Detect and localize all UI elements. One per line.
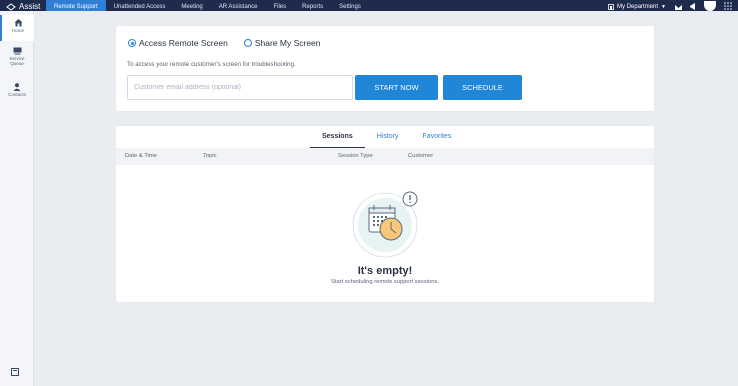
- brand-name: Assist: [19, 2, 41, 11]
- service-queue-icon: [13, 47, 21, 55]
- nav-tab-settings[interactable]: Settings: [331, 0, 369, 11]
- access-remote-screen-label: Access Remote Screen: [139, 38, 228, 48]
- access-hint-text: To access your remote customer's screen …: [127, 61, 296, 68]
- user-avatar[interactable]: [704, 1, 716, 11]
- assist-logo-icon: [6, 3, 16, 11]
- column-header-session-type[interactable]: Session Type: [338, 153, 373, 159]
- nav-tab-ar-assistance[interactable]: AR Assistance: [211, 0, 266, 11]
- sessions-panel: Sessions History Favorites Date & Time T…: [116, 126, 654, 302]
- schedule-button[interactable]: SCHEDULE: [443, 75, 522, 100]
- empty-calendar-illustration-icon: [352, 191, 418, 258]
- nav-tab-meeting[interactable]: Meeting: [173, 0, 210, 11]
- empty-state-subtitle: Start scheduling remote support sessions…: [331, 279, 439, 285]
- start-now-button[interactable]: START NOW: [355, 75, 438, 100]
- tab-history[interactable]: History: [365, 126, 411, 148]
- customer-email-input[interactable]: [127, 75, 353, 100]
- chevron-down-icon: ▼: [661, 4, 666, 10]
- home-icon: [14, 19, 22, 27]
- tab-favorites[interactable]: Favorites: [411, 126, 464, 148]
- empty-state-title: It's empty!: [357, 265, 413, 277]
- column-header-date-time[interactable]: Date & Time: [125, 153, 157, 159]
- sidebar-item-service-queue[interactable]: Service Queue: [0, 47, 34, 73]
- tab-sessions[interactable]: Sessions: [310, 126, 365, 148]
- sidebar-item-label: Home: [11, 28, 24, 33]
- contacts-icon: [13, 83, 21, 91]
- column-header-customer[interactable]: Customer: [408, 153, 433, 159]
- column-header-topic[interactable]: Topic: [203, 153, 217, 159]
- apps-grid-icon[interactable]: [724, 2, 732, 10]
- sidebar-item-contacts[interactable]: Contacts: [0, 83, 34, 103]
- topbar-actions: My Department ▼: [608, 0, 738, 11]
- share-my-screen-label: Share My Screen: [254, 38, 321, 48]
- nav-tab-unattended-access[interactable]: Unattended Access: [106, 0, 174, 11]
- nav-tab-remote-support[interactable]: Remote Support: [46, 0, 106, 11]
- nav-tab-files[interactable]: Files: [265, 0, 294, 11]
- brand[interactable]: Assist: [0, 0, 46, 11]
- department-label: My Department: [617, 4, 659, 10]
- access-remote-screen-radio[interactable]: Access Remote Screen: [128, 38, 228, 48]
- sidebar-item-home[interactable]: Home: [0, 15, 34, 41]
- sidebar-item-label: Contacts: [8, 92, 26, 97]
- sessions-table-header: Date & Time Topic Session Type Customer: [116, 148, 654, 165]
- session-mode-radio-group: Access Remote Screen Share My Screen: [128, 38, 337, 48]
- sessions-tabs: Sessions History Favorites: [310, 126, 463, 148]
- help-icon[interactable]: [11, 368, 19, 376]
- radio-selected-indicator[interactable]: [128, 39, 136, 47]
- share-my-screen-radio[interactable]: Share My Screen: [243, 38, 321, 48]
- top-navigation-bar: Assist Remote Support Unattended Access …: [0, 0, 738, 11]
- department-selector[interactable]: My Department ▼: [608, 4, 666, 11]
- remote-session-panel: Access Remote Screen Share My Screen To …: [116, 26, 654, 111]
- notifications-icon[interactable]: [674, 2, 683, 11]
- radio-unselected-indicator[interactable]: [243, 39, 252, 47]
- building-icon: [608, 4, 614, 10]
- nav-tab-reports[interactable]: Reports: [294, 0, 331, 11]
- sidebar-item-label: Service Queue: [9, 56, 25, 66]
- announcement-icon[interactable]: [689, 2, 698, 11]
- sidebar: Home Service Queue Contacts: [0, 11, 34, 386]
